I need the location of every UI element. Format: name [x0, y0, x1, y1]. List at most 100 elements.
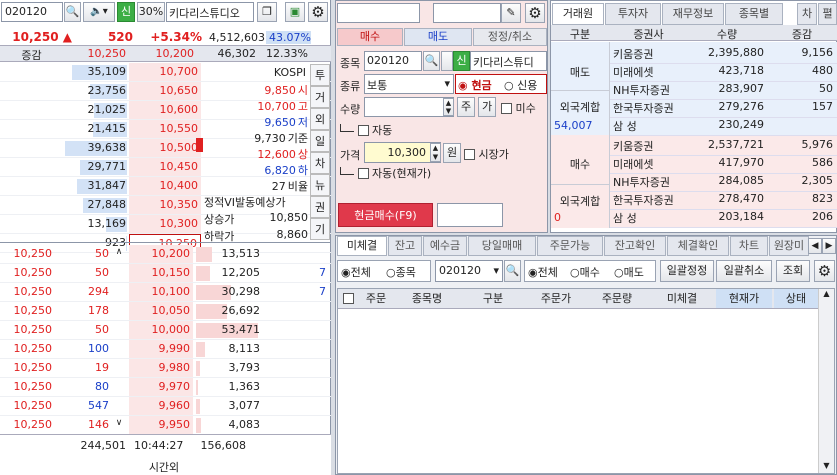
search-icon[interactable]: 🔍 — [64, 2, 81, 22]
ask-price[interactable]: 10,650 — [129, 82, 201, 101]
ju-button[interactable]: 주 — [457, 97, 475, 117]
side-tab[interactable]: 차 — [310, 152, 330, 174]
credit-radio[interactable]: ○ 신용 — [504, 77, 537, 93]
orders-scrollbar[interactable]: ▲ ▼ — [818, 289, 834, 473]
bid-price[interactable]: 9,980 — [129, 359, 193, 378]
broker-tab[interactable]: 종목별 — [725, 3, 783, 25]
misu-checkbox[interactable]: 미수 — [501, 100, 536, 116]
bid-price[interactable]: 10,000 — [129, 321, 193, 340]
orders-tab[interactable]: 체결확인 — [667, 236, 729, 256]
orders-tab[interactable]: 주문가능 — [537, 236, 603, 256]
bid-price[interactable]: 9,950 — [129, 416, 193, 435]
copy-icon[interactable]: ❐ — [257, 2, 277, 22]
ask-price[interactable]: 10,700 — [129, 63, 201, 82]
side-tab[interactable]: 뉴 — [310, 174, 330, 196]
side-tab[interactable]: 외 — [310, 108, 330, 130]
broker-tab[interactable]: 차 — [797, 3, 817, 25]
market-price-checkbox[interactable]: 시장가 — [464, 146, 509, 162]
trade-qty: 178 — [88, 304, 109, 317]
gear-icon[interactable]: ⚙ — [308, 2, 328, 22]
speaker-icon[interactable]: 🔈▾ — [83, 2, 115, 22]
tab-modify-cancel[interactable]: 정정/취소 — [473, 28, 547, 46]
tab-sell[interactable]: 매도 — [404, 28, 472, 46]
broker-tab[interactable]: 펼 — [818, 3, 837, 25]
won-button[interactable]: 원 — [443, 143, 461, 163]
orders-tab[interactable]: 예수금 — [423, 236, 467, 256]
auto-checkbox[interactable]: 자동 — [340, 122, 392, 138]
order-search-button[interactable] — [441, 51, 453, 71]
bid-price[interactable]: 10,050 — [129, 302, 193, 321]
bid-price[interactable]: 9,970 — [129, 378, 193, 397]
query-button[interactable]: 조회 — [776, 260, 810, 282]
bid-price[interactable]: 10,200 — [129, 245, 193, 264]
qty-spinner[interactable]: ▲ ▼ — [443, 98, 454, 116]
side-tab[interactable]: 일 — [310, 130, 330, 152]
bid-price[interactable]: 9,960 — [129, 397, 193, 416]
broker-name: 키움증권 — [613, 140, 654, 153]
tab-buy[interactable]: 매수 — [337, 28, 403, 46]
auto-current-checkbox[interactable]: 자동(현재가) — [340, 165, 431, 181]
tab-scroll-right[interactable]: ▶ — [822, 238, 836, 254]
orders-tab[interactable]: 원장미 — [769, 236, 809, 256]
ask-price[interactable]: 10,350 — [129, 196, 201, 215]
search-icon[interactable]: 🔍 — [423, 51, 440, 71]
ask-price[interactable]: 10,500 — [129, 139, 201, 158]
orders-tab[interactable]: 당일매매 — [468, 236, 536, 256]
orders-code-input[interactable]: 020120 ▾ — [435, 260, 503, 282]
bulk-modify-button[interactable]: 일괄정정 — [660, 260, 714, 282]
broker-tab[interactable]: 투자자 — [605, 3, 661, 25]
cash-credit-group: ◉ 현금 ○ 신용 — [455, 74, 547, 94]
side-tab[interactable]: 기 — [310, 218, 330, 240]
bid-price[interactable]: 10,150 — [129, 264, 193, 283]
buy-radio[interactable]: ○매수 — [570, 264, 600, 280]
orders-tab[interactable]: 차트 — [730, 236, 768, 256]
ask-price[interactable]: 10,300 — [129, 215, 201, 234]
scroll-down-icon[interactable]: ▼ — [819, 461, 834, 470]
trade-scroll-up-icon[interactable]: ∧ — [112, 247, 126, 257]
edit-icon[interactable]: ✎ — [501, 3, 521, 23]
price-spinner[interactable]: ▲ ▼ — [430, 143, 441, 162]
trade-qty: 146 — [88, 418, 109, 431]
bulk-cancel-button[interactable]: 일괄취소 — [716, 260, 772, 282]
select-all-checkbox[interactable] — [343, 293, 354, 304]
gear-icon[interactable]: ⚙ — [814, 260, 835, 282]
order-type-select[interactable]: 보통 ▾ — [364, 74, 454, 94]
change-rate: +5.34% — [150, 30, 202, 44]
trade-scroll-down-icon[interactable]: ∨ — [112, 418, 126, 428]
qty-input[interactable] — [364, 97, 454, 117]
all-side-radio[interactable]: ◉전체 — [528, 264, 558, 280]
label-price: 가격 — [340, 149, 361, 162]
gear-icon[interactable]: ⚙ — [525, 3, 545, 23]
ask-price[interactable]: 10,600 — [129, 101, 201, 120]
orders-tab[interactable]: 잔고확인 — [604, 236, 666, 256]
stock-radio[interactable]: ○종목 — [386, 264, 416, 280]
cash-buy-button[interactable]: 현금매수(F9) — [338, 203, 433, 227]
broker-tab[interactable]: 재무정보 — [662, 3, 724, 25]
side-tab[interactable]: 권 — [310, 196, 330, 218]
scroll-up-icon[interactable]: ▲ — [819, 289, 834, 298]
account-select[interactable] — [337, 3, 420, 23]
sell-radio[interactable]: ○매도 — [614, 264, 644, 280]
search-icon[interactable]: 🔍 — [504, 260, 521, 282]
bid-price[interactable]: 9,990 — [129, 340, 193, 359]
bid-price[interactable]: 10,100 — [129, 283, 193, 302]
tab-scroll-left[interactable]: ◀ — [808, 238, 822, 254]
broker-name: 삼 성 — [613, 120, 637, 133]
all-radio[interactable]: ◉전체 — [341, 264, 371, 280]
orders-col-header: 주문가 — [540, 292, 572, 305]
orders-tab[interactable]: 잔고 — [388, 236, 422, 256]
stock-code-input[interactable]: 020120 — [1, 2, 63, 22]
cash-radio[interactable]: ◉ 현금 — [458, 77, 492, 93]
ask-price[interactable]: 10,550 — [129, 120, 201, 139]
after-hours-label[interactable]: 시간외 — [134, 459, 194, 475]
layout-icon[interactable]: ▣ — [285, 2, 305, 22]
ask-price[interactable]: 10,400 — [129, 177, 201, 196]
ask-price[interactable]: 10,450 — [129, 158, 201, 177]
broker-tab[interactable]: 거래원 — [552, 3, 604, 25]
ga-button[interactable]: 가 — [478, 97, 496, 117]
side-tab[interactable]: 투 — [310, 64, 330, 86]
order-code-input[interactable]: 020120 — [364, 51, 422, 71]
orders-tab[interactable]: 미체결 — [337, 236, 387, 256]
side-tab[interactable]: 거 — [310, 86, 330, 108]
margin-rate-button[interactable]: 30% — [137, 2, 165, 22]
